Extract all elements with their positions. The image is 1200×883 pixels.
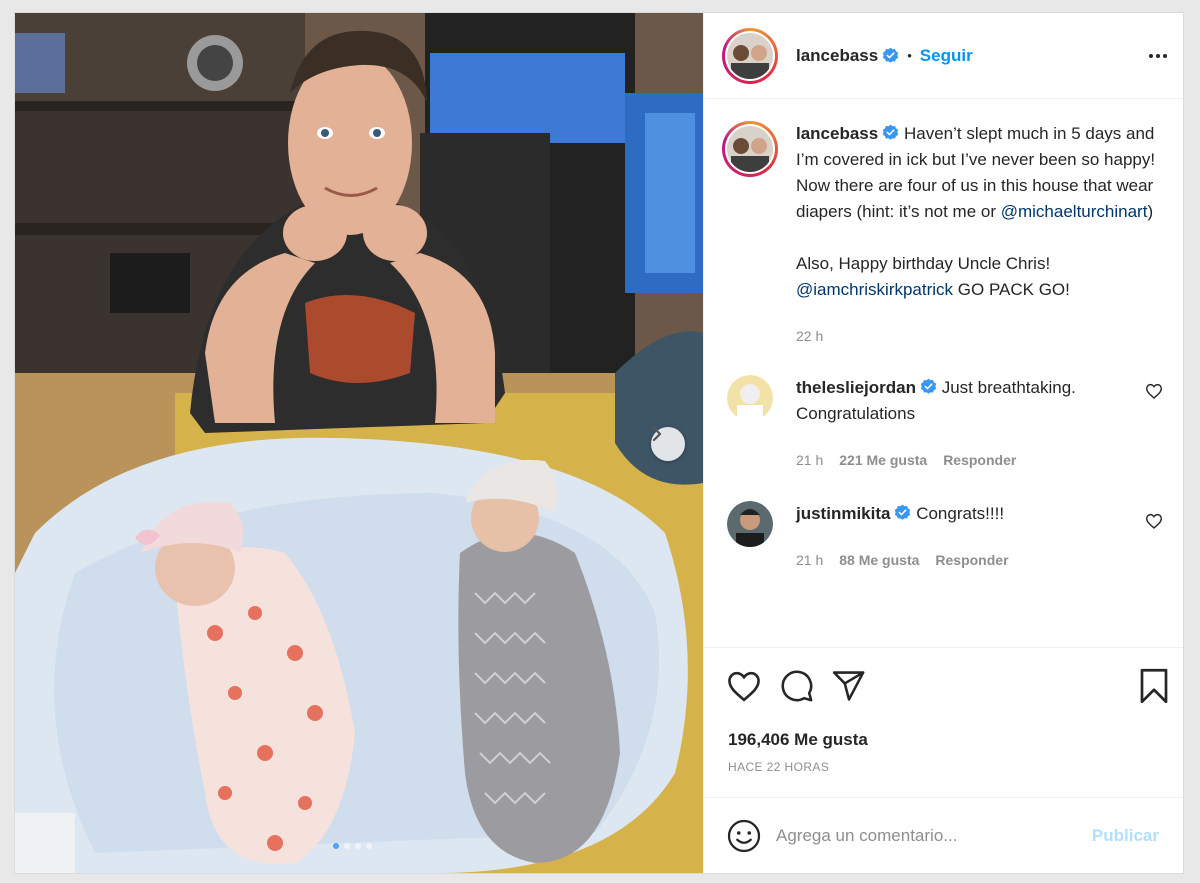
carousel-dot	[366, 843, 372, 849]
comment-timestamp[interactable]: 21 h	[796, 547, 823, 573]
carousel-next-button[interactable]	[651, 427, 685, 461]
comment-input[interactable]	[776, 825, 1092, 846]
comment-button[interactable]	[780, 669, 814, 703]
post-caption: lancebass Haven’t slept much in 5 days a…	[722, 121, 1165, 349]
commenter-username[interactable]: justinmikita	[796, 504, 890, 523]
mention-link[interactable]: @iamchriskirkpatrick	[796, 280, 953, 299]
caption-text: )	[1147, 202, 1154, 221]
comment-icon	[781, 670, 813, 701]
comment-item: thelesliejordan Just breathtaking. Congr…	[722, 375, 1165, 473]
chevron-right-icon	[652, 427, 662, 441]
commenter-avatar[interactable]	[727, 501, 773, 547]
comment-like-button[interactable]	[1145, 501, 1165, 573]
carousel-dot	[355, 843, 361, 849]
more-options-icon[interactable]	[1149, 53, 1167, 58]
avatar-photo	[727, 32, 773, 79]
caption-author-avatar[interactable]	[722, 121, 778, 177]
like-button[interactable]	[726, 670, 762, 702]
post-side-panel: lancebass • Seguir lancebass Haven’t sle…	[703, 13, 1183, 873]
caption-text: Also, Happy birthday Uncle Chris!	[796, 254, 1051, 273]
carousel-dot	[344, 843, 350, 849]
follow-button[interactable]: Seguir	[920, 46, 973, 66]
caption-text: GO PACK GO!	[953, 280, 1070, 299]
comment-likes[interactable]: 221 Me gusta	[839, 447, 927, 473]
publish-button[interactable]: Publicar	[1092, 826, 1159, 846]
carousel-dot	[333, 843, 339, 849]
instagram-post: lancebass • Seguir lancebass Haven’t sle…	[14, 12, 1184, 874]
comment-likes[interactable]: 88 Me gusta	[839, 547, 919, 573]
post-photo[interactable]	[15, 13, 703, 873]
heart-icon	[1145, 383, 1163, 399]
post-image	[15, 13, 703, 873]
share-button[interactable]	[832, 670, 866, 702]
comment-timestamp[interactable]: 21 h	[796, 447, 823, 473]
verified-badge-icon	[883, 124, 899, 140]
commenter-avatar[interactable]	[727, 375, 773, 421]
comment-item: justinmikita Congrats!!!! 21 h 88 Me gus…	[722, 501, 1165, 573]
commenter-username[interactable]: thelesliejordan	[796, 378, 916, 397]
header-separator: •	[907, 48, 912, 63]
caption-username[interactable]: lancebass	[796, 124, 878, 143]
verified-badge-icon	[920, 378, 937, 394]
bookmark-icon	[1140, 668, 1168, 703]
heart-icon	[728, 671, 760, 702]
author-username[interactable]: lancebass	[796, 46, 878, 66]
emoji-icon[interactable]	[726, 818, 762, 854]
paper-plane-icon	[832, 670, 865, 701]
post-header: lancebass • Seguir	[704, 13, 1183, 99]
comment-text: Congrats!!!!	[911, 504, 1005, 523]
carousel-indicator	[333, 843, 372, 849]
mention-link[interactable]: @michaelturchinart	[1001, 202, 1148, 221]
avatar-photo	[727, 126, 773, 172]
author-avatar[interactable]	[722, 27, 778, 84]
post-actions	[704, 647, 1183, 723]
add-comment-bar: Publicar	[704, 797, 1183, 873]
caption-timestamp[interactable]: 22 h	[796, 323, 1165, 349]
heart-icon	[1145, 513, 1163, 529]
avatar-photo	[727, 375, 773, 421]
reply-button[interactable]: Responder	[935, 547, 1008, 573]
save-button[interactable]	[1139, 668, 1169, 704]
comments-section: lancebass Haven’t slept much in 5 days a…	[704, 99, 1183, 647]
post-timestamp[interactable]: HACE 22 HORAS	[704, 757, 1183, 797]
verified-badge-icon	[883, 47, 899, 63]
reply-button[interactable]: Responder	[943, 447, 1016, 473]
likes-count[interactable]: 196,406 Me gusta	[704, 723, 1183, 757]
verified-badge-icon	[895, 504, 911, 520]
comment-like-button[interactable]	[1145, 375, 1165, 473]
avatar-photo	[727, 501, 773, 547]
